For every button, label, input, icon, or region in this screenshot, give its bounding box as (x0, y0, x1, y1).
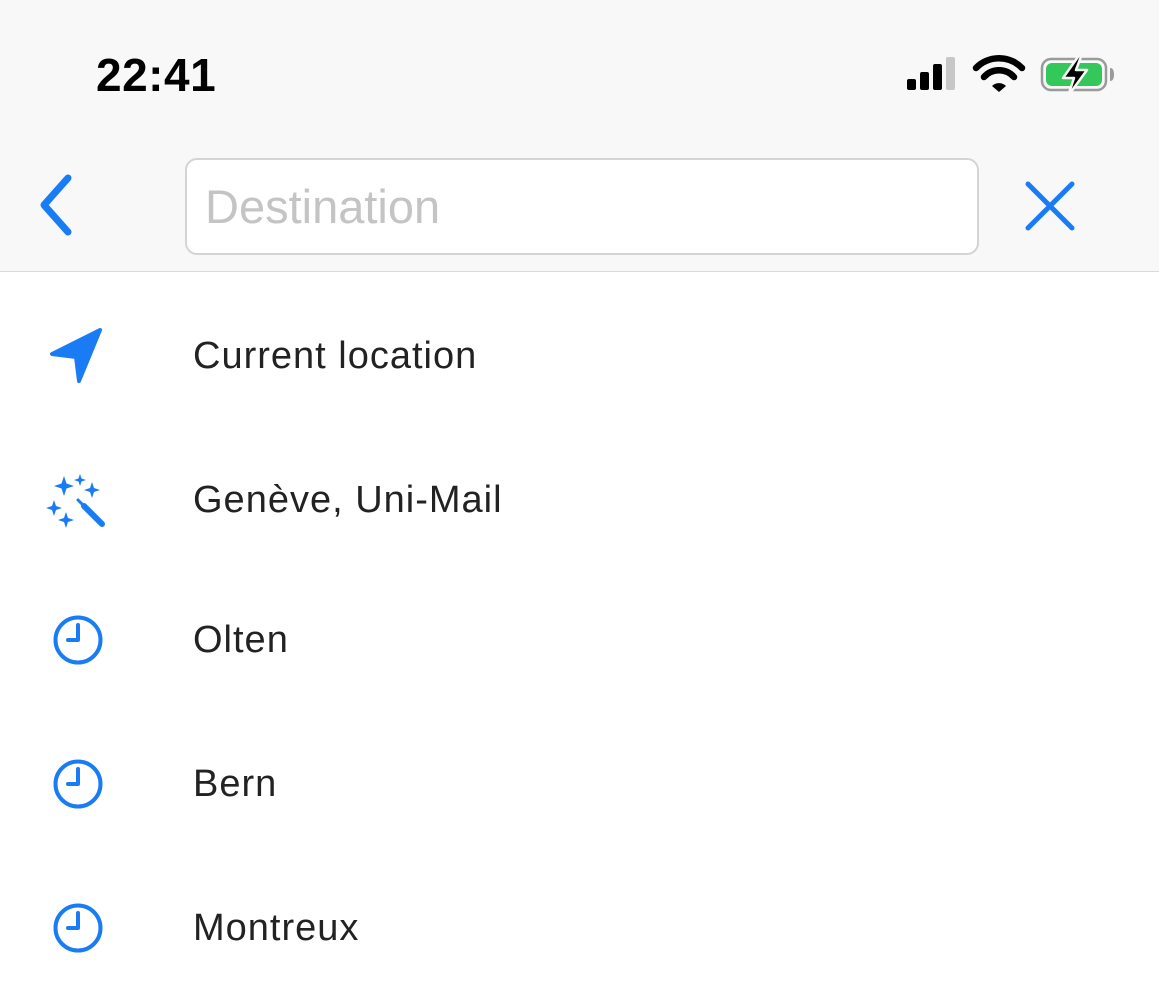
nav-bar (0, 140, 1159, 272)
status-icons (907, 52, 1114, 98)
list-item-label: Bern (193, 763, 278, 805)
list-item-bern[interactable]: Bern (0, 704, 1159, 848)
magic-wand-icon (46, 474, 105, 528)
clock-icon (53, 615, 103, 665)
list-item-montreux[interactable]: Montreux (0, 848, 1159, 992)
clock-icon (53, 903, 103, 953)
list-item-geneve-uni-mail[interactable]: Genève, Uni-Mail (0, 416, 1159, 560)
list-item-olten[interactable]: Olten (0, 560, 1159, 704)
location-arrow-icon (50, 328, 102, 383)
list-item-current-location[interactable]: Current location (0, 272, 1159, 416)
list-item-label: Genève, Uni-Mail (193, 479, 503, 521)
destination-search-screen: 22:41 Destination Current location Genèv… (0, 0, 1159, 1001)
status-bar: 22:41 (0, 0, 1159, 130)
suggestion-list: Current location Genève, Uni-Mail Olten … (0, 272, 1159, 992)
back-button[interactable] (24, 166, 94, 244)
list-item-label: Current location (193, 335, 478, 377)
close-icon (1025, 181, 1075, 231)
clock-icon (53, 759, 103, 809)
cellular-signal-icon (907, 57, 955, 90)
wifi-icon (972, 55, 1026, 92)
list-item-label: Montreux (193, 907, 360, 949)
chevron-left-icon (40, 174, 72, 236)
header-area: 22:41 (0, 0, 1159, 272)
list-item-label: Olten (193, 619, 289, 661)
battery-charging-icon (1040, 52, 1114, 98)
destination-input[interactable] (185, 158, 979, 255)
clear-button[interactable] (1014, 170, 1086, 242)
